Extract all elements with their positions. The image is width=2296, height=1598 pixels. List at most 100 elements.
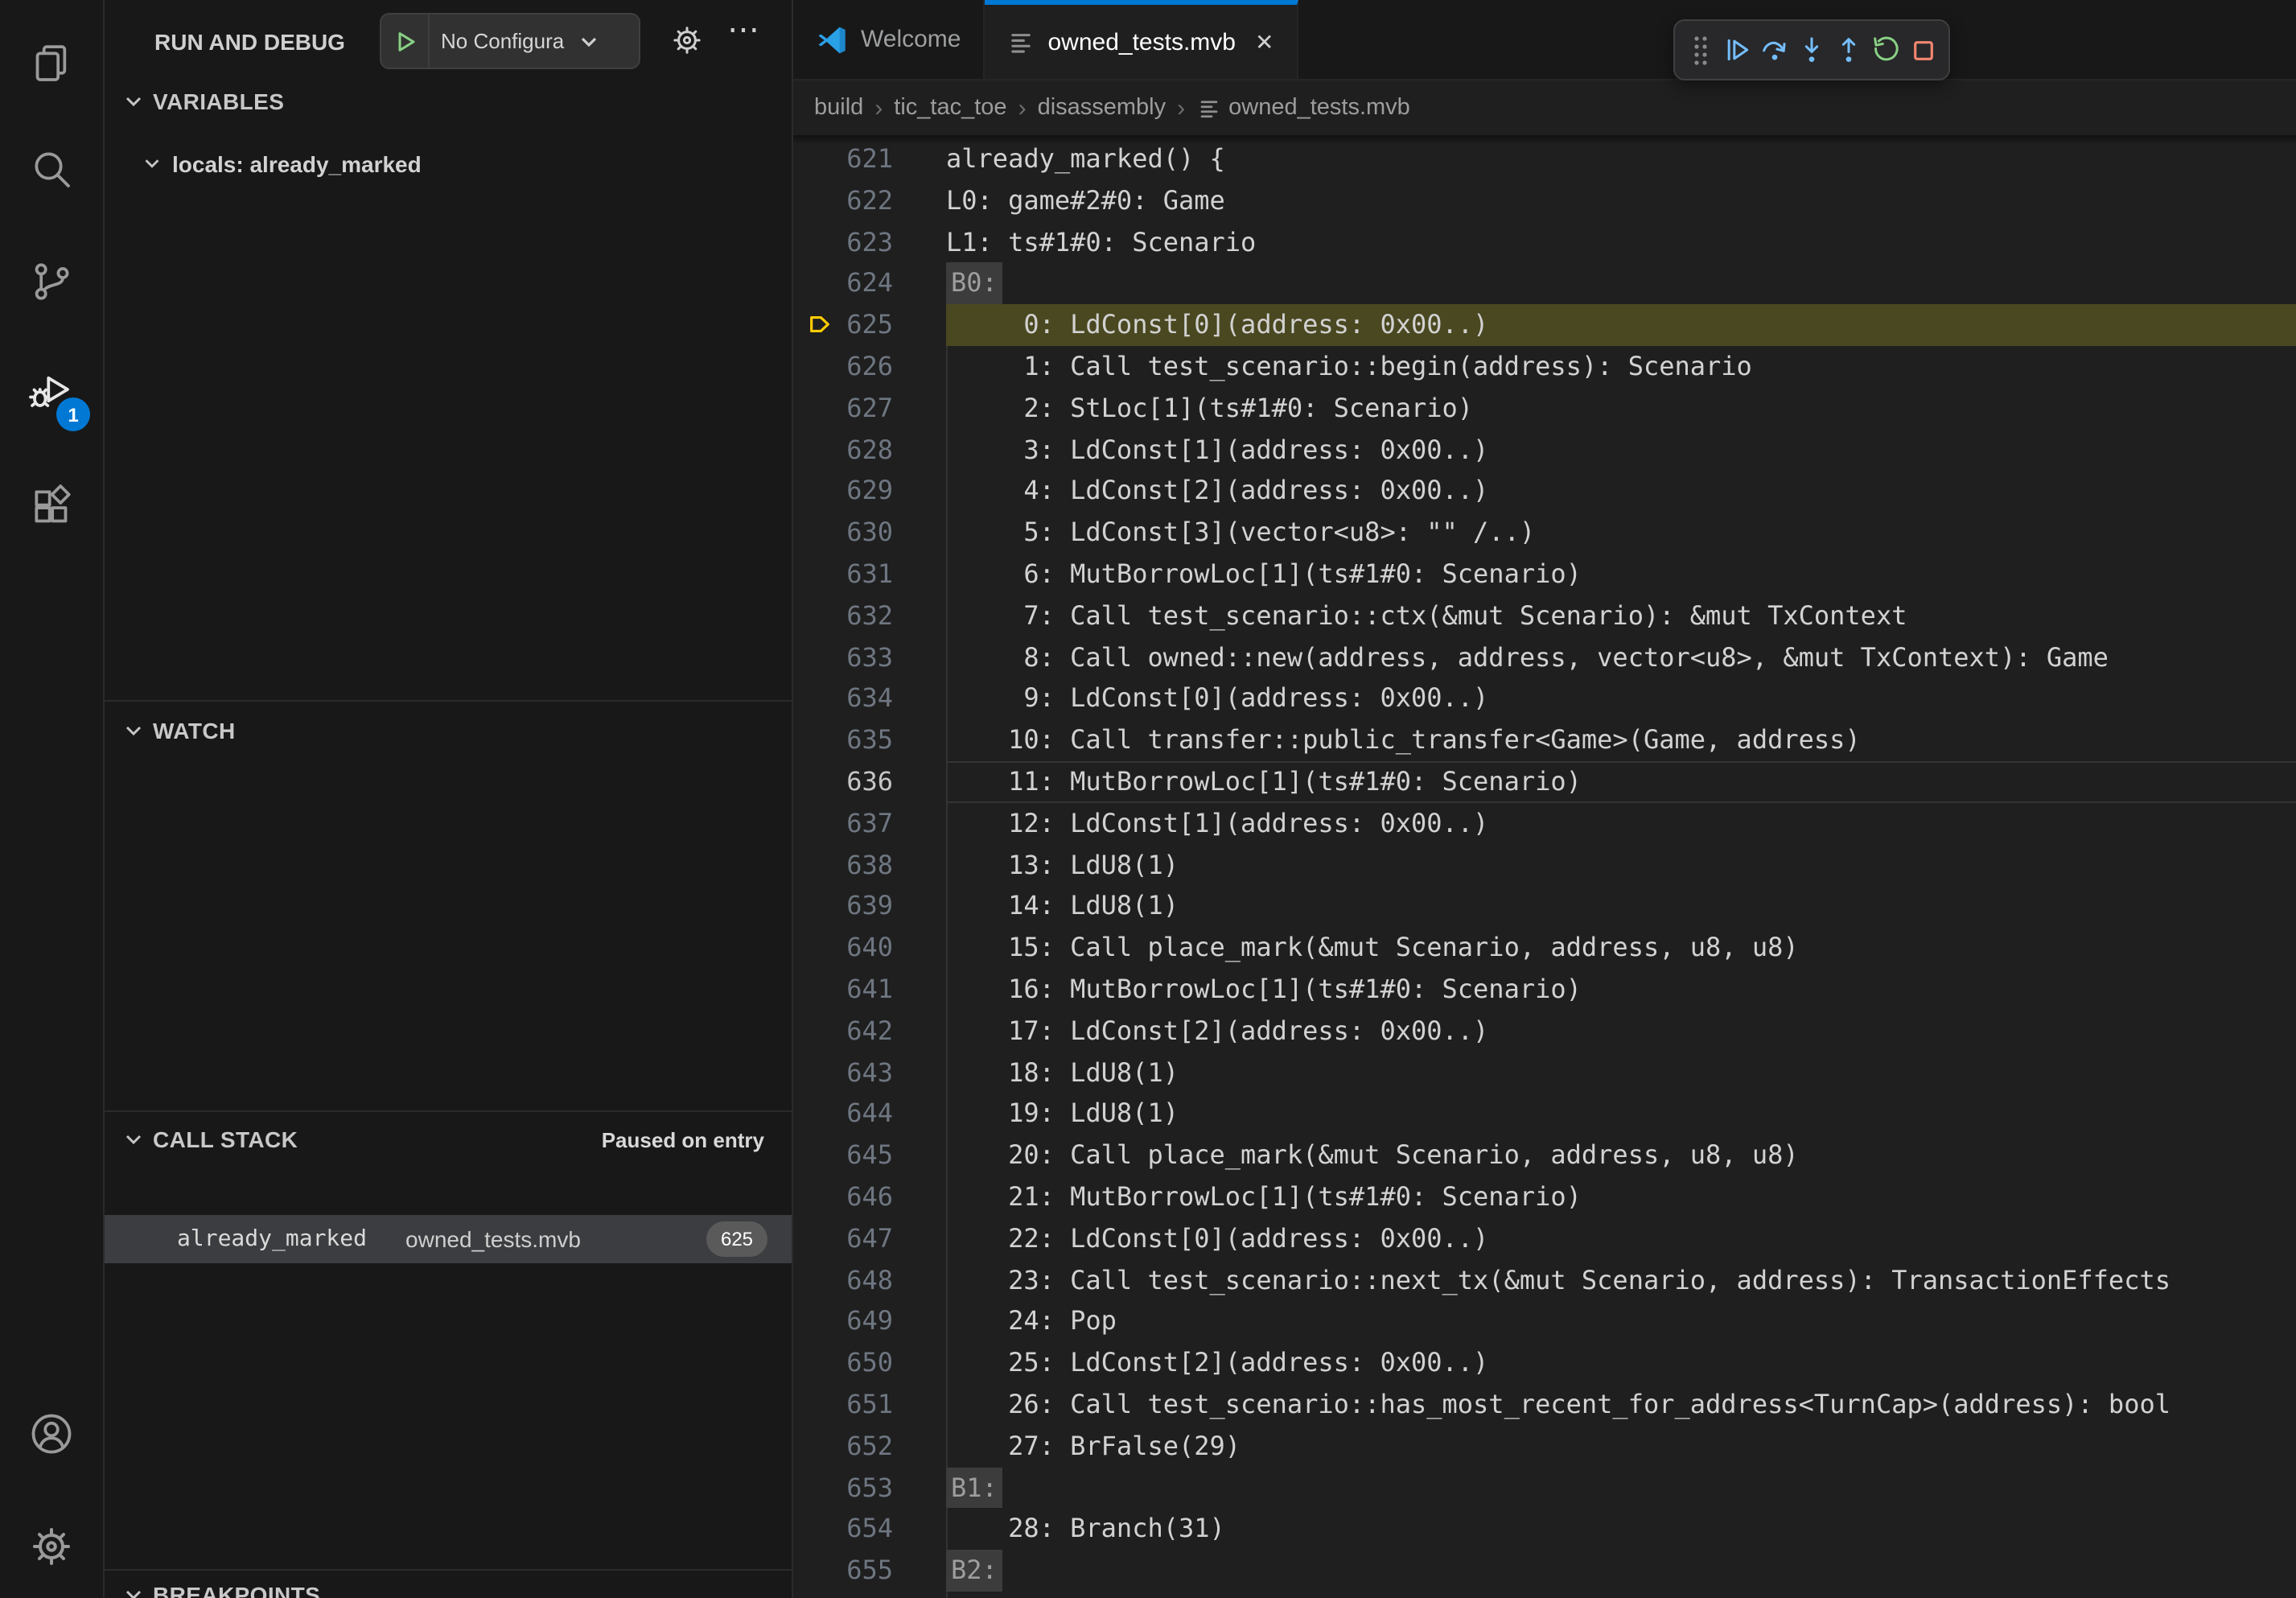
gutter-line-651[interactable]: 651: [793, 1384, 946, 1426]
instruction-text[interactable]: 8: Call owned::new(address, address, vec…: [946, 636, 2296, 678]
more-actions-icon[interactable]: ⋯: [727, 10, 761, 50]
line-number[interactable]: 642: [793, 1010, 946, 1052]
gutter-line-624[interactable]: 624: [793, 263, 946, 305]
line-number[interactable]: 650: [793, 1342, 946, 1384]
line-number[interactable]: 644: [793, 1093, 946, 1135]
line-number[interactable]: 655: [793, 1550, 946, 1592]
code-line-645[interactable]: 645 20: Call place_mark(&mut Scenario, a…: [793, 1135, 2296, 1176]
block-label-line[interactable]: B0:: [946, 263, 2296, 305]
instruction-text[interactable]: 2: StLoc[1](ts#1#0: Scenario): [946, 388, 2296, 430]
code-line-634[interactable]: 634 9: LdConst[0](address: 0x00..): [793, 678, 2296, 720]
line-number[interactable]: 645: [793, 1135, 946, 1176]
instruction-text[interactable]: 9: LdConst[0](address: 0x00..): [946, 678, 2296, 720]
gutter-line-645[interactable]: 645: [793, 1135, 946, 1176]
gutter-line-634[interactable]: 634: [793, 678, 946, 720]
code-line-626[interactable]: 626 1: Call test_scenario::begin(address…: [793, 346, 2296, 388]
gutter-line-652[interactable]: 652: [793, 1425, 946, 1467]
search-icon[interactable]: [0, 132, 103, 206]
line-number[interactable]: 633: [793, 636, 946, 678]
gutter-line-649[interactable]: 649: [793, 1301, 946, 1343]
close-icon[interactable]: ✕: [1255, 28, 1273, 56]
instruction-text[interactable]: 14: LdU8(1): [946, 886, 2296, 928]
breadcrumb-item[interactable]: tic_tac_toe: [894, 95, 1006, 121]
instruction-text[interactable]: 5: LdConst[3](vector<u8>: "" /..): [946, 512, 2296, 554]
instruction-text[interactable]: 1: Call test_scenario::begin(address): S…: [946, 346, 2296, 388]
gutter-line-637[interactable]: 637: [793, 803, 946, 845]
code-line-641[interactable]: 641 16: MutBorrowLoc[1](ts#1#0: Scenario…: [793, 969, 2296, 1011]
line-number[interactable]: 649: [793, 1301, 946, 1343]
code-line-643[interactable]: 643 18: LdU8(1): [793, 1052, 2296, 1093]
gutter-line-621[interactable]: 621: [793, 138, 946, 180]
code-line-621[interactable]: 621already_marked() {: [793, 138, 2296, 180]
gutter-line-653[interactable]: 653: [793, 1467, 946, 1509]
code-line-644[interactable]: 644 19: LdU8(1): [793, 1093, 2296, 1135]
instruction-text[interactable]: 7: Call test_scenario::ctx(&mut Scenario…: [946, 595, 2296, 637]
code-line-640[interactable]: 640 15: Call place_mark(&mut Scenario, a…: [793, 927, 2296, 969]
gutter-line-629[interactable]: 629: [793, 471, 946, 513]
instruction-text[interactable]: 25: LdConst[2](address: 0x00..): [946, 1342, 2296, 1384]
code-line-652[interactable]: 652 27: BrFalse(29): [793, 1425, 2296, 1467]
drag-grip-icon[interactable]: [1682, 29, 1718, 71]
instruction-text[interactable]: already_marked() {: [946, 138, 2296, 180]
gutter-line-623[interactable]: 623: [793, 221, 946, 263]
line-number[interactable]: 646: [793, 1176, 946, 1218]
block-label-line[interactable]: B2:: [946, 1550, 2296, 1592]
accounts-icon[interactable]: [0, 1397, 103, 1471]
instruction-text[interactable]: 27: BrFalse(29): [946, 1425, 2296, 1467]
breadcrumb-item[interactable]: disassembly: [1038, 95, 1167, 121]
line-number[interactable]: 622: [793, 180, 946, 222]
code-line-642[interactable]: 642 17: LdConst[2](address: 0x00..): [793, 1010, 2296, 1052]
variables-header[interactable]: VARIABLES: [105, 80, 792, 122]
step-out-button[interactable]: [1831, 29, 1866, 71]
instruction-text[interactable]: 13: LdU8(1): [946, 844, 2296, 886]
code-line-623[interactable]: 623L1: ts#1#0: Scenario: [793, 221, 2296, 263]
line-number[interactable]: 640: [793, 927, 946, 969]
line-number[interactable]: 651: [793, 1384, 946, 1426]
instruction-text[interactable]: 3: LdConst[1](address: 0x00..): [946, 429, 2296, 471]
line-number[interactable]: 643: [793, 1052, 946, 1093]
watch-header[interactable]: WATCH: [105, 710, 792, 752]
gutter-line-636[interactable]: 636: [793, 761, 946, 803]
gutter-line-622[interactable]: 622: [793, 180, 946, 222]
gutter-line-640[interactable]: 640: [793, 927, 946, 969]
gutter-line-635[interactable]: 635: [793, 719, 946, 761]
variables-scope-row[interactable]: locals: already_marked: [105, 145, 792, 183]
code-line-628[interactable]: 628 3: LdConst[1](address: 0x00..): [793, 429, 2296, 471]
line-number[interactable]: 641: [793, 969, 946, 1011]
gutter-line-632[interactable]: 632: [793, 595, 946, 637]
line-number[interactable]: 636: [793, 761, 946, 803]
start-debugging-icon[interactable]: [381, 14, 430, 68]
instruction-text[interactable]: 24: Pop: [946, 1301, 2296, 1343]
line-number[interactable]: 623: [793, 221, 946, 263]
code-line-639[interactable]: 639 14: LdU8(1): [793, 886, 2296, 928]
line-number[interactable]: 628: [793, 429, 946, 471]
code-line-622[interactable]: 622L0: game#2#0: Game: [793, 180, 2296, 222]
code-line-629[interactable]: 629 4: LdConst[2](address: 0x00..): [793, 471, 2296, 513]
code-line-653[interactable]: 653B1:: [793, 1467, 2296, 1509]
gutter-line-644[interactable]: 644: [793, 1093, 946, 1135]
gutter-line-654[interactable]: 654: [793, 1509, 946, 1551]
line-number[interactable]: 629: [793, 471, 946, 513]
code-line-635[interactable]: 635 10: Call transfer::public_transfer<G…: [793, 719, 2296, 761]
line-number[interactable]: 647: [793, 1217, 946, 1259]
gutter-line-630[interactable]: 630: [793, 512, 946, 554]
line-number[interactable]: 634: [793, 678, 946, 720]
code-line-648[interactable]: 648 23: Call test_scenario::next_tx(&mut…: [793, 1259, 2296, 1301]
instruction-text[interactable]: 4: LdConst[2](address: 0x00..): [946, 471, 2296, 513]
instruction-text[interactable]: 23: Call test_scenario::next_tx(&mut Sce…: [946, 1259, 2296, 1301]
line-number[interactable]: 653: [793, 1467, 946, 1509]
line-number[interactable]: 630: [793, 512, 946, 554]
code-line-631[interactable]: 631 6: MutBorrowLoc[1](ts#1#0: Scenario): [793, 554, 2296, 595]
instruction-text[interactable]: 26: Call test_scenario::has_most_recent_…: [946, 1384, 2296, 1426]
code-line-636[interactable]: 636 11: MutBorrowLoc[1](ts#1#0: Scenario…: [793, 761, 2296, 803]
code-line-655[interactable]: 655B2:: [793, 1550, 2296, 1592]
launch-configuration-dropdown[interactable]: No Configura: [380, 13, 640, 69]
code-line-638[interactable]: 638 13: LdU8(1): [793, 844, 2296, 886]
debug-settings-gear-icon[interactable]: [668, 21, 706, 60]
instruction-text[interactable]: 20: Call place_mark(&mut Scenario, addre…: [946, 1135, 2296, 1176]
breadcrumb-item[interactable]: build: [814, 95, 863, 121]
line-number[interactable]: 635: [793, 719, 946, 761]
code-line-632[interactable]: 632 7: Call test_scenario::ctx(&mut Scen…: [793, 595, 2296, 637]
line-number[interactable]: 654: [793, 1509, 946, 1551]
line-number[interactable]: 637: [793, 803, 946, 845]
